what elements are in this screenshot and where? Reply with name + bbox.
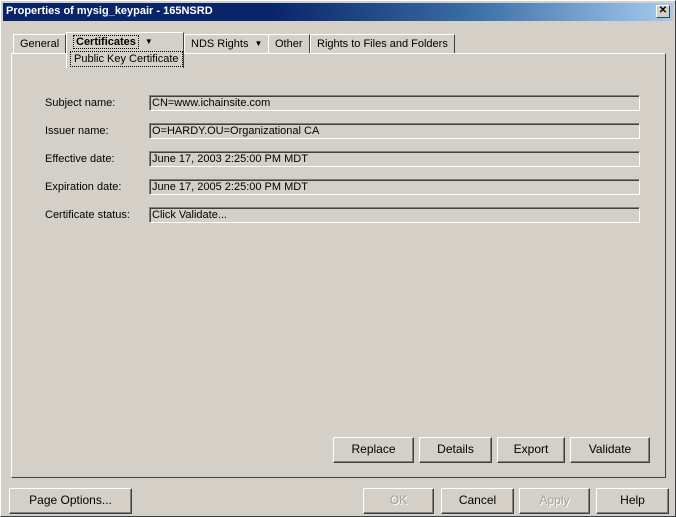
tab-rights-to-files[interactable]: Rights to Files and Folders xyxy=(310,34,455,54)
cancel-button[interactable]: Cancel xyxy=(441,488,514,514)
tab-general[interactable]: General xyxy=(13,34,67,54)
ok-button[interactable]: OK xyxy=(363,488,434,514)
page-options-button[interactable]: Page Options... xyxy=(9,488,132,514)
tab-other-label: Other xyxy=(275,38,303,50)
certificate-panel xyxy=(11,53,666,478)
tab-certificates[interactable]: Certificates ▼ Public Key Certificate xyxy=(66,32,184,68)
tab-general-label: General xyxy=(20,38,60,50)
chevron-down-icon[interactable]: ▼ xyxy=(145,37,153,46)
title-bar[interactable]: Properties of mysig_keypair - 165NSRD ✕ xyxy=(3,3,673,21)
window-title: Properties of mysig_keypair - 165NSRD xyxy=(6,5,213,17)
apply-button[interactable]: Apply xyxy=(519,488,590,514)
tab-nds-rights-label: NDS Rights xyxy=(191,38,249,50)
chevron-down-icon[interactable]: ▼ xyxy=(254,39,262,48)
properties-dialog: Properties of mysig_keypair - 165NSRD ✕ … xyxy=(0,0,676,517)
tab-certificates-subpage[interactable]: Public Key Certificate xyxy=(70,51,183,67)
tab-other[interactable]: Other xyxy=(268,34,310,54)
help-button[interactable]: Help xyxy=(596,488,669,514)
tab-certificates-label: Certificates xyxy=(73,35,139,49)
tab-nds-rights[interactable]: NDS Rights ▼ xyxy=(184,34,270,54)
tab-rights-to-files-label: Rights to Files and Folders xyxy=(317,38,448,50)
close-button[interactable]: ✕ xyxy=(656,5,670,18)
